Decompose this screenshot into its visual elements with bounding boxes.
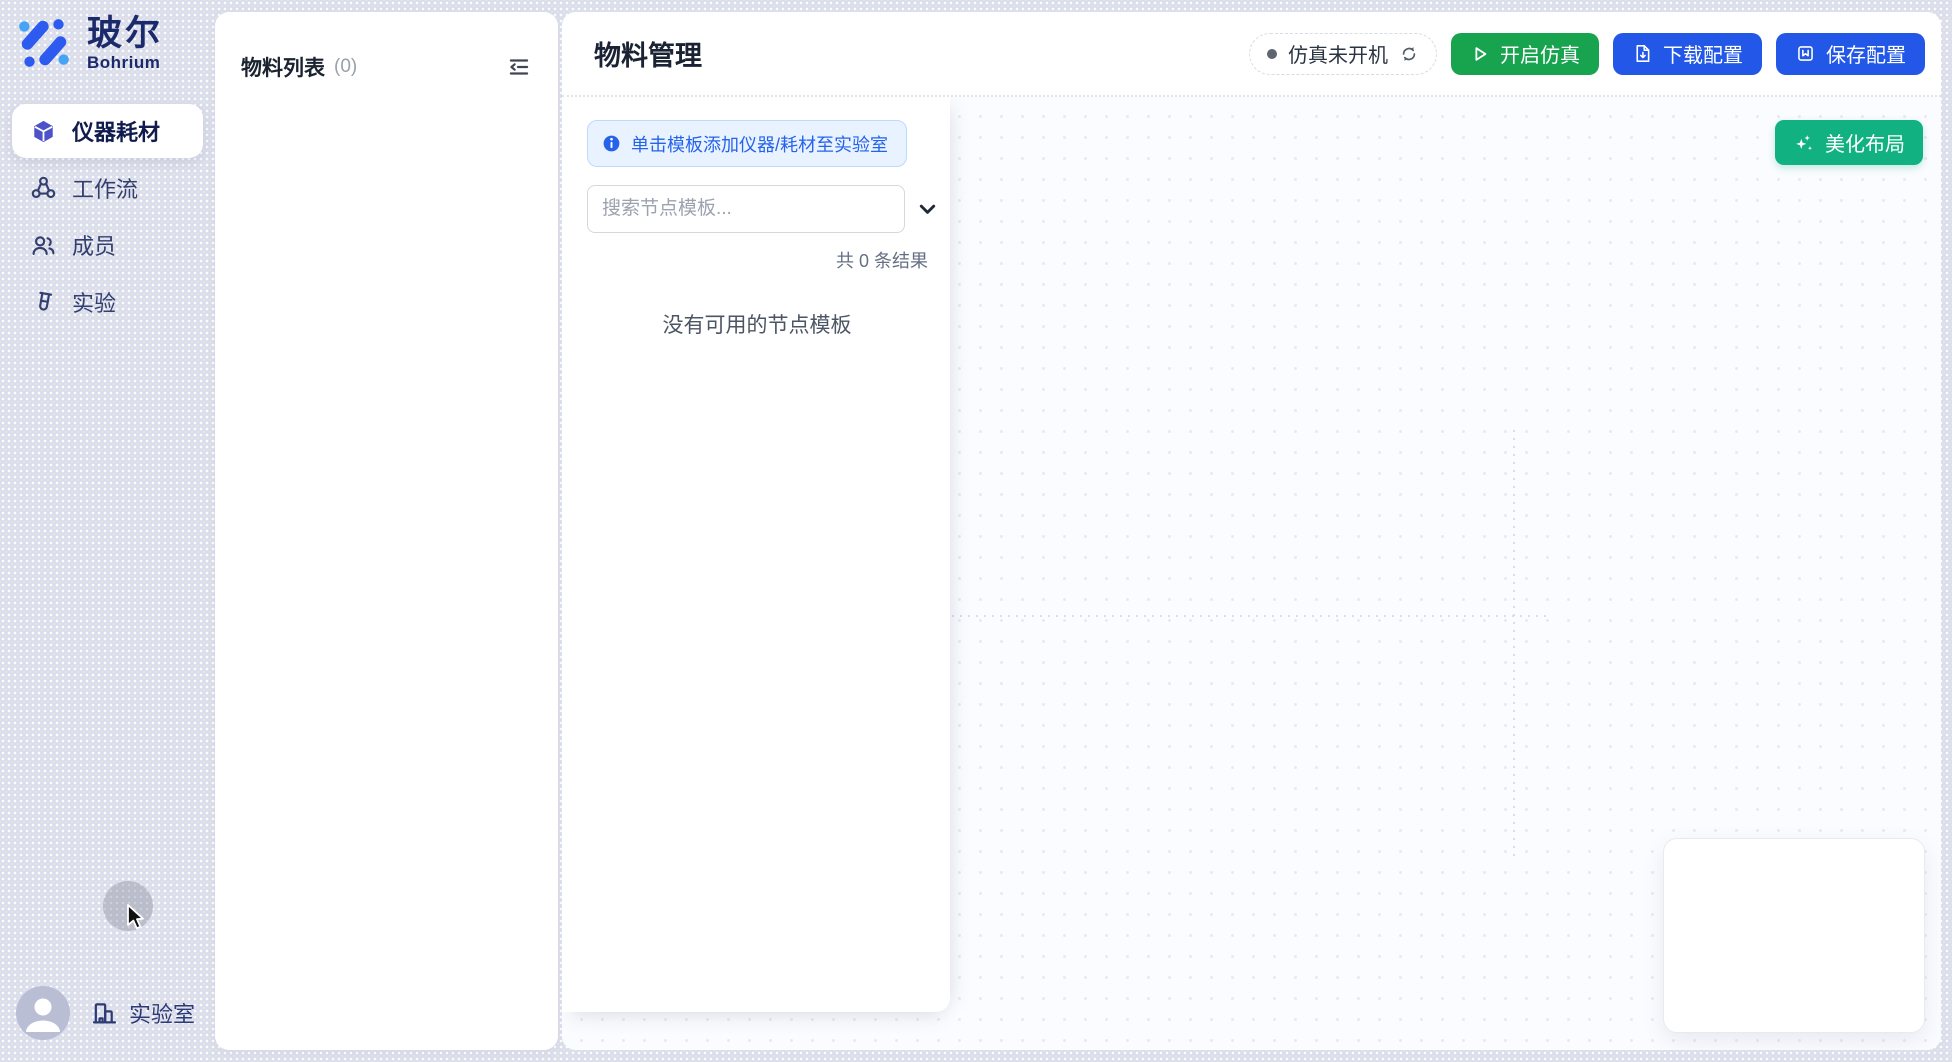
material-list-title: 物料列表: [241, 52, 325, 82]
simulation-status-pill[interactable]: 仿真未开机: [1249, 33, 1437, 75]
collapse-panel-icon[interactable]: [506, 54, 532, 80]
sidebar-item-label: 工作流: [72, 172, 138, 204]
download-config-button[interactable]: 下载配置: [1613, 33, 1762, 75]
download-config-label: 下载配置: [1663, 39, 1743, 68]
save-icon: [1795, 43, 1816, 64]
brand-logo-icon: [15, 14, 73, 72]
sidebar-item-instruments[interactable]: 仪器耗材: [12, 104, 203, 158]
status-dot-icon: [1267, 49, 1277, 59]
search-results-count: 共 0 条结果: [587, 247, 950, 273]
chevron-down-icon: [916, 198, 939, 221]
template-hint-banner: 单击模板添加仪器/耗材至实验室: [587, 120, 907, 167]
building-icon: [90, 999, 118, 1027]
canvas-guide-line-horizontal: [952, 615, 1552, 617]
brand-logo: 玻尔 Bohrium: [15, 14, 163, 72]
material-list-header: 物料列表 (0): [215, 12, 558, 82]
main-panel: 物料管理 仿真未开机 开启仿真: [562, 12, 1941, 1050]
minimap-panel[interactable]: [1663, 838, 1925, 1033]
material-list-count: (0): [334, 56, 357, 78]
play-icon: [1470, 44, 1490, 64]
template-search-input[interactable]: [587, 185, 905, 233]
avatar[interactable]: [16, 986, 70, 1040]
sparkles-icon: [1793, 132, 1815, 154]
page-title: 物料管理: [594, 34, 702, 73]
sidebar-nav: 仪器耗材 工作流 成员: [0, 104, 215, 332]
empty-templates-message: 没有可用的节点模板: [587, 309, 927, 339]
download-file-icon: [1632, 43, 1653, 64]
template-filter-toggle[interactable]: [905, 185, 950, 233]
brand-name-en: Bohrium: [87, 53, 163, 72]
start-simulation-label: 开启仿真: [1500, 39, 1580, 68]
header-actions: 仿真未开机 开启仿真: [1249, 33, 1925, 75]
person-icon: [16, 986, 70, 1040]
flow-canvas[interactable]: 单击模板添加仪器/耗材至实验室 共 0 条结果 没有可用的节点模板: [562, 97, 1941, 1050]
save-config-button[interactable]: 保存配置: [1776, 33, 1925, 75]
sidebar: 玻尔 Bohrium 仪器耗材 工作流: [0, 0, 215, 1062]
app-root: 玻尔 Bohrium 仪器耗材 工作流: [0, 0, 1952, 1062]
experiment-icon: [30, 289, 57, 316]
sidebar-item-members[interactable]: 成员: [12, 218, 203, 272]
sidebar-item-experiments[interactable]: 实验: [12, 275, 203, 329]
sidebar-item-label: 仪器耗材: [72, 115, 160, 147]
lab-label: 实验室: [129, 997, 195, 1029]
simulation-status-label: 仿真未开机: [1288, 39, 1388, 68]
template-hint-text: 单击模板添加仪器/耗材至实验室: [631, 131, 888, 157]
refresh-icon[interactable]: [1399, 44, 1419, 64]
lab-switcher[interactable]: 实验室: [90, 986, 195, 1040]
sidebar-item-label: 成员: [72, 229, 116, 261]
beautify-layout-label: 美化布局: [1825, 128, 1905, 157]
template-search-row: [587, 185, 950, 233]
save-config-label: 保存配置: [1826, 39, 1906, 68]
beautify-layout-button[interactable]: 美化布局: [1775, 120, 1923, 165]
main-header: 物料管理 仿真未开机 开启仿真: [562, 12, 1941, 97]
sidebar-item-label: 实验: [72, 286, 116, 318]
template-panel: 单击模板添加仪器/耗材至实验室 共 0 条结果 没有可用的节点模板: [562, 97, 950, 1012]
members-icon: [30, 232, 57, 259]
workflow-icon: [30, 175, 57, 202]
canvas-guide-line-vertical: [1513, 430, 1515, 860]
cube-icon: [30, 118, 57, 145]
start-simulation-button[interactable]: 开启仿真: [1451, 33, 1599, 75]
sidebar-footer: 实验室: [0, 986, 215, 1040]
material-list-panel: 物料列表 (0): [215, 12, 558, 1050]
brand-name-zh: 玻尔: [87, 15, 163, 53]
info-icon: [601, 133, 622, 154]
sidebar-item-workflow[interactable]: 工作流: [12, 161, 203, 215]
